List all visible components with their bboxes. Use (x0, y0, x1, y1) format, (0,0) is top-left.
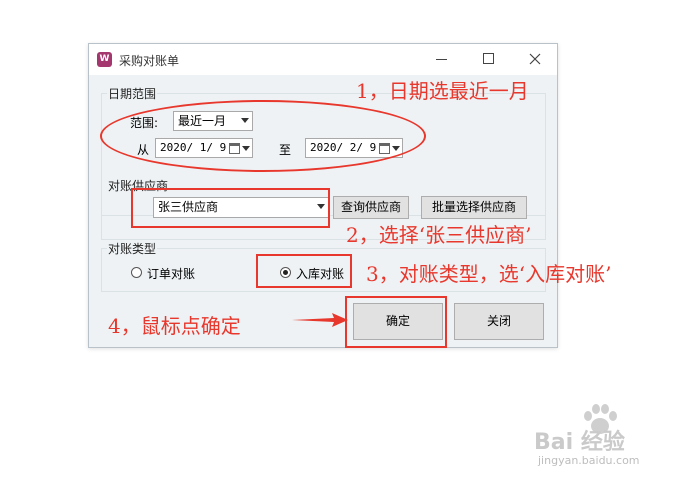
annotation-step-4: 4，鼠标点确定 (108, 314, 241, 338)
date-range-group-label: 日期范围 (107, 85, 158, 102)
close-window-button[interactable] (525, 50, 545, 68)
batch-select-supplier-button[interactable]: 批量选择供应商 (421, 196, 527, 219)
watermark-brand: Bai 经验 (534, 430, 625, 455)
query-supplier-button[interactable]: 查询供应商 (333, 196, 409, 219)
baidu-watermark: Bai 经验 jingyan.baidu.com (534, 400, 694, 480)
window-title: 采购对账单 (119, 54, 180, 68)
inbound-reconcile-highlight (256, 254, 352, 288)
order-reconcile-label[interactable]: 订单对账 (147, 265, 195, 282)
minimize-icon (436, 59, 447, 60)
order-reconcile-radio[interactable] (131, 267, 142, 278)
maximize-button[interactable] (478, 50, 498, 68)
arrow-right-icon (292, 313, 348, 327)
app-icon: W (97, 52, 112, 67)
maximize-icon (483, 53, 494, 64)
reconcile-type-group-label: 对账类型 (107, 240, 158, 257)
supplier-highlight (131, 188, 330, 228)
annotation-step-2: 2，选择‘张三供应商’ (346, 223, 532, 247)
title-bar[interactable]: W 采购对账单 (89, 44, 557, 75)
minimize-button[interactable] (432, 50, 452, 68)
date-range-highlight (100, 100, 426, 172)
watermark-url: jingyan.baidu.com (538, 454, 640, 467)
close-icon (529, 53, 541, 65)
annotation-step-1: 1，日期选最近一月 (356, 79, 529, 103)
annotation-step-3: 3，对账类型，选‘入库对账’ (366, 262, 612, 286)
confirm-highlight (345, 296, 447, 348)
close-button[interactable]: 关闭 (454, 303, 544, 340)
